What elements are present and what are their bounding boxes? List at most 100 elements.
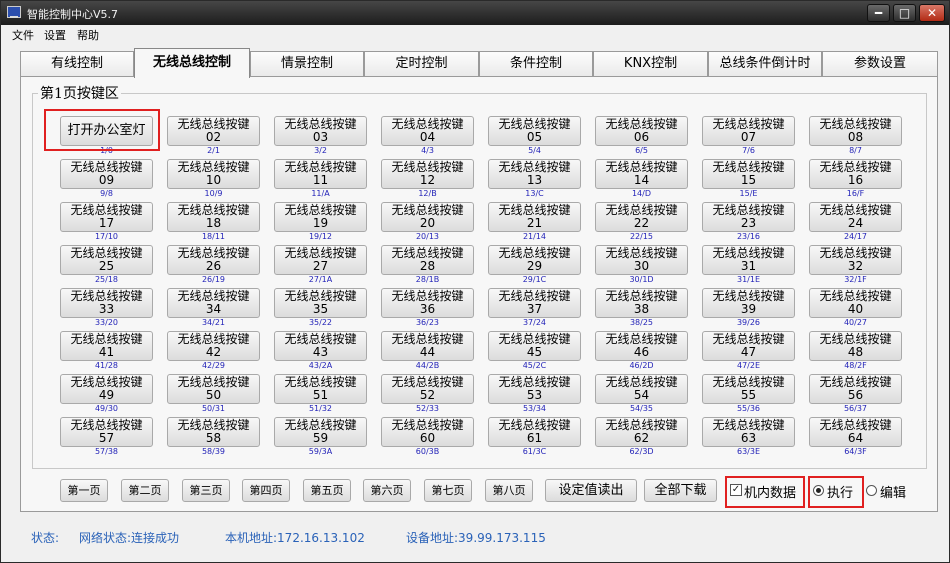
page-6-button[interactable]: 第六页 <box>363 479 411 502</box>
close-button[interactable]: ✕ <box>919 4 945 22</box>
bus-key-button[interactable]: 无线总线按键 20 <box>381 202 474 232</box>
bus-key-button[interactable]: 无线总线按键 19 <box>274 202 367 232</box>
page-7-button[interactable]: 第七页 <box>424 479 472 502</box>
bus-key-button[interactable]: 无线总线按键 35 <box>274 288 367 318</box>
bus-key-button[interactable]: 无线总线按键 21 <box>488 202 581 232</box>
bus-key-button[interactable]: 无线总线按键 59 <box>274 417 367 447</box>
bus-key-button[interactable]: 无线总线按键 48 <box>809 331 902 361</box>
bus-key-button[interactable]: 无线总线按键 52 <box>381 374 474 404</box>
tab-wireless-bus-control[interactable]: 无线总线控制 <box>134 48 250 78</box>
bus-key-number: 02 <box>205 130 222 144</box>
bus-key-button[interactable]: 无线总线按键 07 <box>702 116 795 146</box>
bus-key-number: 46 <box>633 345 650 359</box>
bus-key-button[interactable]: 无线总线按键 10 <box>167 159 260 189</box>
bus-key-button[interactable]: 无线总线按键 29 <box>488 245 581 275</box>
bus-key-button[interactable]: 无线总线按键 16 <box>809 159 902 189</box>
bus-key-button[interactable]: 无线总线按键 14 <box>595 159 688 189</box>
bus-key-button[interactable]: 无线总线按键 51 <box>274 374 367 404</box>
bus-key-address: 15/E <box>739 189 758 198</box>
bus-key-button[interactable]: 无线总线按键 63 <box>702 417 795 447</box>
bus-key-button[interactable]: 无线总线按键 60 <box>381 417 474 447</box>
page-4-button[interactable]: 第四页 <box>242 479 290 502</box>
bus-key-button[interactable]: 无线总线按键 62 <box>595 417 688 447</box>
bus-key-number: 59 <box>312 431 329 445</box>
bus-key-button[interactable]: 无线总线按键 17 <box>60 202 153 232</box>
bus-key-button[interactable]: 无线总线按键 31 <box>702 245 795 275</box>
bus-key-button[interactable]: 无线总线按键 34 <box>167 288 260 318</box>
bus-key-button[interactable]: 无线总线按键 41 <box>60 331 153 361</box>
bus-key-button[interactable]: 无线总线按键 42 <box>167 331 260 361</box>
tab-condition-control[interactable]: 条件控制 <box>479 51 593 77</box>
bus-key-address: 21/14 <box>522 232 547 241</box>
page-5-button[interactable]: 第五页 <box>303 479 351 502</box>
page-3-button[interactable]: 第三页 <box>182 479 230 502</box>
bus-key-button[interactable]: 无线总线按键 22 <box>595 202 688 232</box>
bus-key-button[interactable]: 无线总线按键 56 <box>809 374 902 404</box>
bus-key-button[interactable]: 无线总线按键 54 <box>595 374 688 404</box>
bus-key-button[interactable]: 无线总线按键 38 <box>595 288 688 318</box>
bus-key-button[interactable]: 无线总线按键 39 <box>702 288 795 318</box>
bus-key-button[interactable]: 无线总线按键 02 <box>167 116 260 146</box>
menu-settings[interactable]: 设置 <box>44 27 66 43</box>
tab-scene-control[interactable]: 情景控制 <box>250 51 364 77</box>
bus-key-button[interactable]: 无线总线按键 25 <box>60 245 153 275</box>
edit-radio[interactable] <box>866 485 877 496</box>
bus-key-button[interactable]: 无线总线按键 05 <box>488 116 581 146</box>
bus-key-button[interactable]: 无线总线按键 49 <box>60 374 153 404</box>
title-bar[interactable]: 智能控制中心V5.7 ━ □ ✕ <box>1 1 949 25</box>
minimize-button[interactable]: ━ <box>867 4 890 22</box>
bus-key-button[interactable]: 无线总线按键 15 <box>702 159 795 189</box>
bus-key-button[interactable]: 无线总线按键 46 <box>595 331 688 361</box>
bus-key-button[interactable]: 无线总线按键 58 <box>167 417 260 447</box>
bus-key-button[interactable]: 无线总线按键 45 <box>488 331 581 361</box>
page-2-button[interactable]: 第二页 <box>121 479 169 502</box>
bus-key-button[interactable]: 无线总线按键 53 <box>488 374 581 404</box>
bus-key-number: 21 <box>526 216 543 230</box>
tab-wired-control[interactable]: 有线控制 <box>20 51 134 77</box>
bus-key-button[interactable]: 无线总线按键 28 <box>381 245 474 275</box>
bus-key-button[interactable]: 无线总线按键 32 <box>809 245 902 275</box>
tab-timer-control[interactable]: 定时控制 <box>364 51 479 77</box>
bus-key-button[interactable]: 无线总线按键 55 <box>702 374 795 404</box>
tab-bus-condition-countdown[interactable]: 总线条件倒计时 <box>708 51 822 77</box>
bus-key-button[interactable]: 无线总线按键 36 <box>381 288 474 318</box>
tab-parameter-settings[interactable]: 参数设置 <box>822 51 938 77</box>
bus-key-button[interactable]: 无线总线按键 08 <box>809 116 902 146</box>
read-settings-button[interactable]: 设定值读出 <box>545 479 637 502</box>
bus-key-button[interactable]: 无线总线按键 11 <box>274 159 367 189</box>
bus-key-address: 19/12 <box>308 232 333 241</box>
bus-key-button[interactable]: 无线总线按键 47 <box>702 331 795 361</box>
bus-key-button[interactable]: 无线总线按键 26 <box>167 245 260 275</box>
bus-key-button[interactable]: 无线总线按键 61 <box>488 417 581 447</box>
tab-knx-control[interactable]: KNX控制 <box>593 51 708 77</box>
bus-key-button[interactable]: 无线总线按键 27 <box>274 245 367 275</box>
bus-key-button[interactable]: 无线总线按键 30 <box>595 245 688 275</box>
download-all-button[interactable]: 全部下载 <box>644 479 717 502</box>
bus-key-button[interactable]: 无线总线按键 06 <box>595 116 688 146</box>
bus-key-button[interactable]: 无线总线按键 50 <box>167 374 260 404</box>
bus-key-button[interactable]: 无线总线按键 04 <box>381 116 474 146</box>
menu-file[interactable]: 文件 <box>12 27 34 43</box>
bus-key-button[interactable]: 无线总线按键 18 <box>167 202 260 232</box>
maximize-button[interactable]: □ <box>893 4 916 22</box>
bus-key-button[interactable]: 无线总线按键 44 <box>381 331 474 361</box>
page-8-button[interactable]: 第八页 <box>485 479 533 502</box>
internal-data-checkbox[interactable]: ✓ <box>730 484 742 496</box>
bus-key-button[interactable]: 无线总线按键 33 <box>60 288 153 318</box>
bus-key-button[interactable]: 无线总线按键 64 <box>809 417 902 447</box>
bus-key-button[interactable]: 无线总线按键 03 <box>274 116 367 146</box>
bus-key-button[interactable]: 无线总线按键 13 <box>488 159 581 189</box>
bus-key-address: 48/2F <box>844 361 867 370</box>
bus-key-button[interactable]: 无线总线按键 40 <box>809 288 902 318</box>
bus-key-button[interactable]: 无线总线按键 57 <box>60 417 153 447</box>
bus-key-button[interactable]: 无线总线按键 23 <box>702 202 795 232</box>
menu-help[interactable]: 帮助 <box>77 27 99 43</box>
bus-key-button[interactable]: 无线总线按键 12 <box>381 159 474 189</box>
bus-key-button[interactable]: 无线总线按键 24 <box>809 202 902 232</box>
page-1-button[interactable]: 第一页 <box>60 479 108 502</box>
bus-key-button[interactable]: 无线总线按键 37 <box>488 288 581 318</box>
bus-key-button[interactable]: 无线总线按键 43 <box>274 331 367 361</box>
bus-key-button[interactable]: 无线总线按键 09 <box>60 159 153 189</box>
bus-key-address: 22/15 <box>629 232 654 241</box>
execute-radio[interactable] <box>813 485 824 496</box>
